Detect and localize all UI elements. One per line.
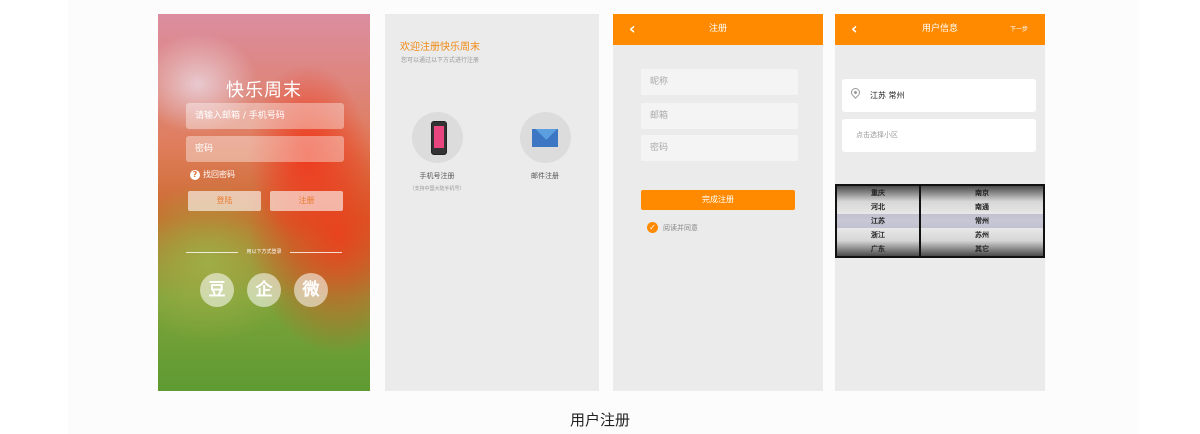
douban-icon[interactable]: 豆 <box>200 273 234 307</box>
phone-register-button[interactable] <box>412 112 463 163</box>
next-step-link[interactable]: 下一步 <box>1010 14 1028 45</box>
province-wheel[interactable]: 重庆 河北 江苏 浙江 广东 <box>837 186 919 256</box>
password-input[interactable]: 密码 <box>186 136 344 162</box>
welcome-subtitle: 您可以通过以下方式进行注册 <box>401 57 480 64</box>
picker-option[interactable]: 南通 <box>921 200 1043 214</box>
agree-label: 阅读并同意 <box>663 223 698 232</box>
picker-option[interactable]: 常州 <box>921 214 1043 228</box>
mail-register-label: 邮件注册 <box>531 172 559 180</box>
picker-option[interactable]: 江苏 <box>837 214 919 228</box>
figure-caption: 用户注册 <box>569 411 630 429</box>
picker-option[interactable]: 苏州 <box>921 228 1043 242</box>
top-bar: ‹ 用户信息 下一步 <box>835 14 1045 45</box>
login-screen: 快乐周末 请输入邮箱 / 手机号码 密码 ? 找回密码 登陆 注册 用以下方式登… <box>158 14 370 391</box>
check-icon: ✓ <box>647 222 658 233</box>
agree-checkbox[interactable]: ✓ 阅读并同意 <box>647 222 698 233</box>
picker-option[interactable]: 南京 <box>921 186 1043 200</box>
mail-icon <box>532 129 558 147</box>
picker-option[interactable]: 其它 <box>921 242 1043 256</box>
complete-register-button[interactable]: 完成注册 <box>641 190 795 210</box>
picker-option[interactable]: 河北 <box>837 200 919 214</box>
password-field[interactable]: 密码 <box>641 135 798 161</box>
weibo-icon[interactable]: 微 <box>294 273 328 307</box>
city-wheel[interactable]: 南京 南通 常州 苏州 其它 <box>921 186 1043 256</box>
login-button[interactable]: 登陆 <box>188 191 261 211</box>
top-bar: ‹ 注册 <box>613 14 823 45</box>
region-picker: 重庆 河北 江苏 浙江 广东 南京 南通 常州 苏州 其它 <box>835 184 1045 258</box>
location-pin-icon <box>849 86 862 99</box>
location-field[interactable]: 江苏 常州 <box>842 79 1036 112</box>
location-value: 江苏 常州 <box>870 91 905 100</box>
register-button[interactable]: 注册 <box>270 191 343 211</box>
picker-option[interactable]: 广东 <box>837 242 919 256</box>
picker-option[interactable]: 浙江 <box>837 228 919 242</box>
user-info-screen: ‹ 用户信息 下一步 江苏 常州 点击选择小区 重庆 河北 江苏 浙江 广东 南京 南通常… <box>835 14 1045 391</box>
nickname-field[interactable]: 昵称 <box>641 69 798 95</box>
forgot-password-link[interactable]: ? 找回密码 <box>190 169 235 180</box>
mail-register-button[interactable] <box>520 112 571 163</box>
app-logo: 快乐周末 <box>226 80 302 101</box>
phone-register-note: （支持中国大陆手机号） <box>409 186 465 192</box>
register-method-screen: 欢迎注册快乐周末 您可以通过以下方式进行注册 手机号注册 （支持中国大陆手机号）… <box>385 14 599 391</box>
account-input[interactable]: 请输入邮箱 / 手机号码 <box>186 103 344 129</box>
email-field[interactable]: 邮箱 <box>641 103 798 129</box>
page-title: 注册 <box>708 24 727 34</box>
phone-register-label: 手机号注册 <box>419 172 455 180</box>
divider-right <box>290 252 342 253</box>
picker-option[interactable]: 重庆 <box>837 186 919 200</box>
welcome-title: 欢迎注册快乐周末 <box>400 42 480 53</box>
forgot-password-label: 找回密码 <box>203 170 235 179</box>
register-form-screen: ‹ 注册 昵称 邮箱 密码 完成注册 ✓ 阅读并同意 <box>613 14 823 391</box>
question-icon: ? <box>190 169 200 180</box>
community-field[interactable]: 点击选择小区 <box>842 119 1036 152</box>
phone-icon <box>431 121 447 155</box>
qq-icon[interactable]: 企 <box>247 273 281 307</box>
